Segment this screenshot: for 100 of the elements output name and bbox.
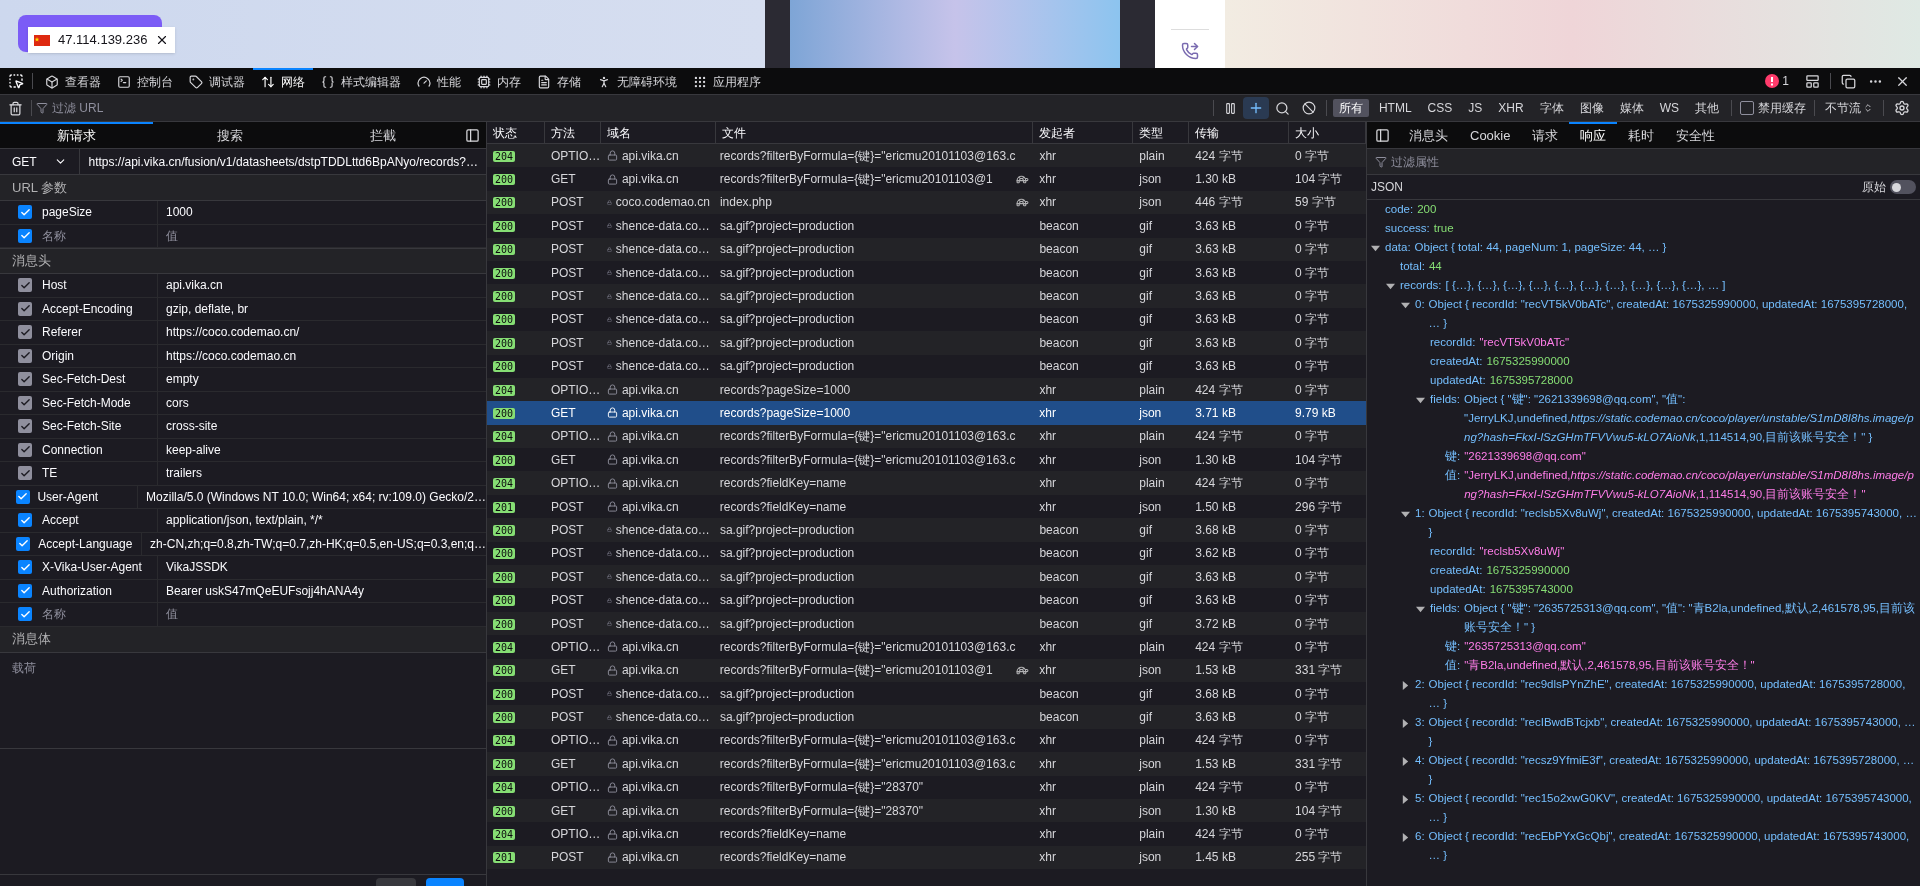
triangle-icon[interactable] [1371, 244, 1380, 253]
name-placeholder[interactable]: 名称 [42, 226, 66, 245]
request-row[interactable]: 200 GET api.vika.cn records?pageSize=1000 xhr json 3.71 kB 9.79 kB [487, 401, 1366, 425]
param-value[interactable]: 1000 [158, 203, 193, 222]
triangle-icon[interactable] [1401, 681, 1410, 690]
column-header[interactable]: 文件 [721, 123, 746, 142]
type-filter-button[interactable]: 其他 [1689, 99, 1725, 117]
triangle-icon[interactable] [1401, 719, 1410, 728]
details-tab[interactable]: 请求 [1521, 122, 1570, 148]
new-request-button[interactable] [1242, 97, 1269, 119]
request-row[interactable]: 200 POST shence-data.co… sa.gif?project=production beacon gif 3.68 kB 0 字节 [487, 518, 1366, 542]
request-row[interactable]: 200 POST shence-data.co… sa.gif?project=production beacon gif 3.63 kB 0 字节 [487, 705, 1366, 729]
type-filter-button[interactable]: HTML [1372, 99, 1418, 117]
request-row[interactable]: 200 POST shence-data.co… sa.gif?project=production beacon gif 3.63 kB 0 字节 [487, 284, 1366, 308]
request-tab[interactable]: 拦截 [306, 122, 459, 148]
element-picker-icon[interactable] [8, 73, 24, 89]
url-field[interactable]: https://api.vika.cn/fusion/v1/datasheets/dstpTDDLttd6BpANyo/records?… [80, 152, 486, 171]
param-name[interactable]: Accept-Language [38, 534, 133, 553]
type-filter-button[interactable]: CSS [1421, 99, 1459, 117]
request-row[interactable]: 204 OPTIO… api.vika.cn records?filterByFormula={键}="ericmu20101103@163.c xhr plain 424 字节 0 字节 [487, 144, 1366, 168]
request-row[interactable]: 204 OPTIO… api.vika.cn records?filterByFormula={键}="ericmu20101103@163.c xhr plain 424 字节 0 字节 [487, 424, 1366, 449]
checkbox[interactable] [18, 228, 32, 243]
request-row[interactable]: 200 GET api.vika.cn records?filterByFormula={键}="ericmu20101103@163.c xhr json 1.53 kB 331 字节 [487, 752, 1366, 776]
body-field[interactable]: 载荷 [0, 652, 486, 749]
param-name[interactable]: Accept [42, 511, 79, 530]
checkbox[interactable] [18, 583, 32, 598]
type-filter-button[interactable]: 媒体 [1613, 99, 1650, 117]
param-value[interactable]: VikaJSSDK [158, 558, 228, 577]
triangle-icon[interactable] [1401, 301, 1410, 310]
request-row[interactable]: 200 POST coco.codemao.cn index.php xhr json 446 字节 59 字节 [487, 190, 1366, 215]
column-header[interactable]: 大小 [1295, 123, 1320, 142]
request-row[interactable]: 200 POST shence-data.co… sa.gif?project=production beacon gif 3.72 kB 0 字节 [487, 611, 1366, 636]
name-placeholder[interactable]: 名称 [42, 605, 66, 624]
triangle-icon[interactable] [1416, 605, 1425, 614]
details-tab[interactable]: Cookie [1459, 122, 1522, 148]
error-icon[interactable] [1765, 74, 1780, 88]
raw-toggle[interactable] [1890, 180, 1916, 194]
search-icon[interactable] [1274, 100, 1290, 116]
toolbox-tab[interactable]: 性能 [409, 68, 469, 94]
type-filter-button[interactable]: 图像 [1573, 99, 1610, 117]
panel-toggle-icon[interactable] [465, 127, 480, 143]
triangle-icon[interactable] [1416, 396, 1425, 405]
details-tab[interactable]: 安全性 [1665, 122, 1727, 148]
param-value[interactable]: Bearer uskS47mQeEUFsojj4hANA4y [158, 581, 365, 600]
pause-icon[interactable] [1223, 101, 1237, 115]
triangle-icon[interactable] [1401, 833, 1410, 842]
property-filter-field[interactable]: 过滤属性 [1391, 152, 1912, 171]
request-row[interactable]: 200 GET api.vika.cn records?filterByFormula={键}="28370" xhr json 1.30 kB 104 字节 [487, 798, 1366, 823]
url-filter-field[interactable]: 过滤 URL [52, 99, 1209, 117]
toolbox-tab[interactable]: 内存 [469, 68, 529, 94]
param-name[interactable]: X-Vika-User-Agent [42, 558, 142, 577]
checkbox[interactable] [18, 513, 32, 528]
trash-icon[interactable] [8, 100, 23, 116]
type-filter-button[interactable]: 字体 [1533, 99, 1570, 117]
type-filter-button[interactable]: WS [1653, 99, 1685, 117]
column-header[interactable]: 类型 [1139, 123, 1164, 142]
triangle-icon[interactable] [1401, 510, 1410, 519]
toolbox-tab[interactable]: 查看器 [37, 68, 109, 94]
toolbox-tab[interactable]: 调试器 [181, 68, 253, 94]
type-filter-button[interactable]: 所有 [1332, 99, 1369, 117]
throttle-select[interactable]: 不节流 [1819, 99, 1879, 117]
responsive-icon[interactable] [1841, 73, 1856, 89]
param-value[interactable]: zh-CN,zh;q=0.8,zh-TW;q=0.7,zh-HK;q=0.5,en-US;q=0.3,en;q… [142, 534, 486, 553]
column-header[interactable]: 传输 [1195, 123, 1220, 142]
settings-icon[interactable] [1894, 100, 1910, 116]
toolbox-tab[interactable]: 控制台 [109, 68, 181, 94]
triangle-icon[interactable] [1401, 795, 1410, 804]
type-filter-button[interactable]: XHR [1492, 99, 1530, 117]
checkbox[interactable] [18, 607, 32, 622]
method-select[interactable]: GET [0, 149, 81, 174]
param-name[interactable]: Authorization [42, 581, 113, 600]
checkbox[interactable] [18, 560, 32, 575]
param-name[interactable]: User-Agent [37, 487, 99, 506]
column-header[interactable]: 域名 [606, 123, 631, 142]
checkbox[interactable] [15, 489, 30, 504]
request-row[interactable]: 200 POST shence-data.co… sa.gif?project=production beacon gif 3.63 kB 0 字节 [487, 331, 1366, 355]
phone-icon[interactable] [1181, 42, 1199, 60]
filter-toolbar[interactable]: 过滤 URL 所有 HTML CSS JS XHR 字体 图像 媒体 WS 其他 禁用缓存 不节流 [0, 95, 1920, 122]
toolbox-tab[interactable]: 样式编辑器 [313, 68, 409, 94]
triangle-icon[interactable] [1386, 282, 1395, 291]
checkbox[interactable] [1740, 101, 1754, 115]
toolbox-tab[interactable]: 无障碍环境 [589, 68, 685, 94]
request-row[interactable]: 200 GET api.vika.cn records?filterByFormula={键}="ericmu20101103@1 xhr json 1.53 kB 331 字节 [487, 658, 1366, 682]
filter-bar[interactable]: 过滤属性 [1367, 149, 1920, 175]
disable-cache-label[interactable]: 禁用缓存 [1758, 99, 1806, 117]
column-header[interactable]: 发起者 [1039, 123, 1076, 142]
value-placeholder[interactable]: 值 [158, 605, 178, 624]
request-row[interactable]: 204 OPTIO… api.vika.cn records?fieldKey=name xhr plain 424 字节 0 字节 [487, 471, 1366, 495]
request-row[interactable]: 204 OPTIO… api.vika.cn records?pageSize=1000 xhr plain 424 字节 0 字节 [487, 377, 1366, 402]
param-value[interactable]: Mozilla/5.0 (Windows NT 10.0; Win64; x64; rv:109.0) Gecko/2… [138, 487, 486, 506]
layout-icon[interactable] [1805, 73, 1820, 89]
toolbox-tab[interactable]: 存储 [529, 68, 589, 94]
panel-toggle-icon[interactable] [1375, 127, 1390, 143]
details-tab[interactable]: 耗时 [1617, 122, 1666, 148]
request-row[interactable]: 201 POST api.vika.cn records?fieldKey=name xhr json 1.45 kB 255 字节 [487, 845, 1366, 870]
toolbox-tab[interactable]: 应用程序 [685, 68, 769, 94]
column-header[interactable]: 方法 [550, 123, 575, 142]
param-value[interactable]: application/json, text/plain, */* [158, 511, 323, 530]
details-tab[interactable]: 消息头 [1398, 122, 1459, 148]
block-icon[interactable] [1301, 101, 1316, 115]
